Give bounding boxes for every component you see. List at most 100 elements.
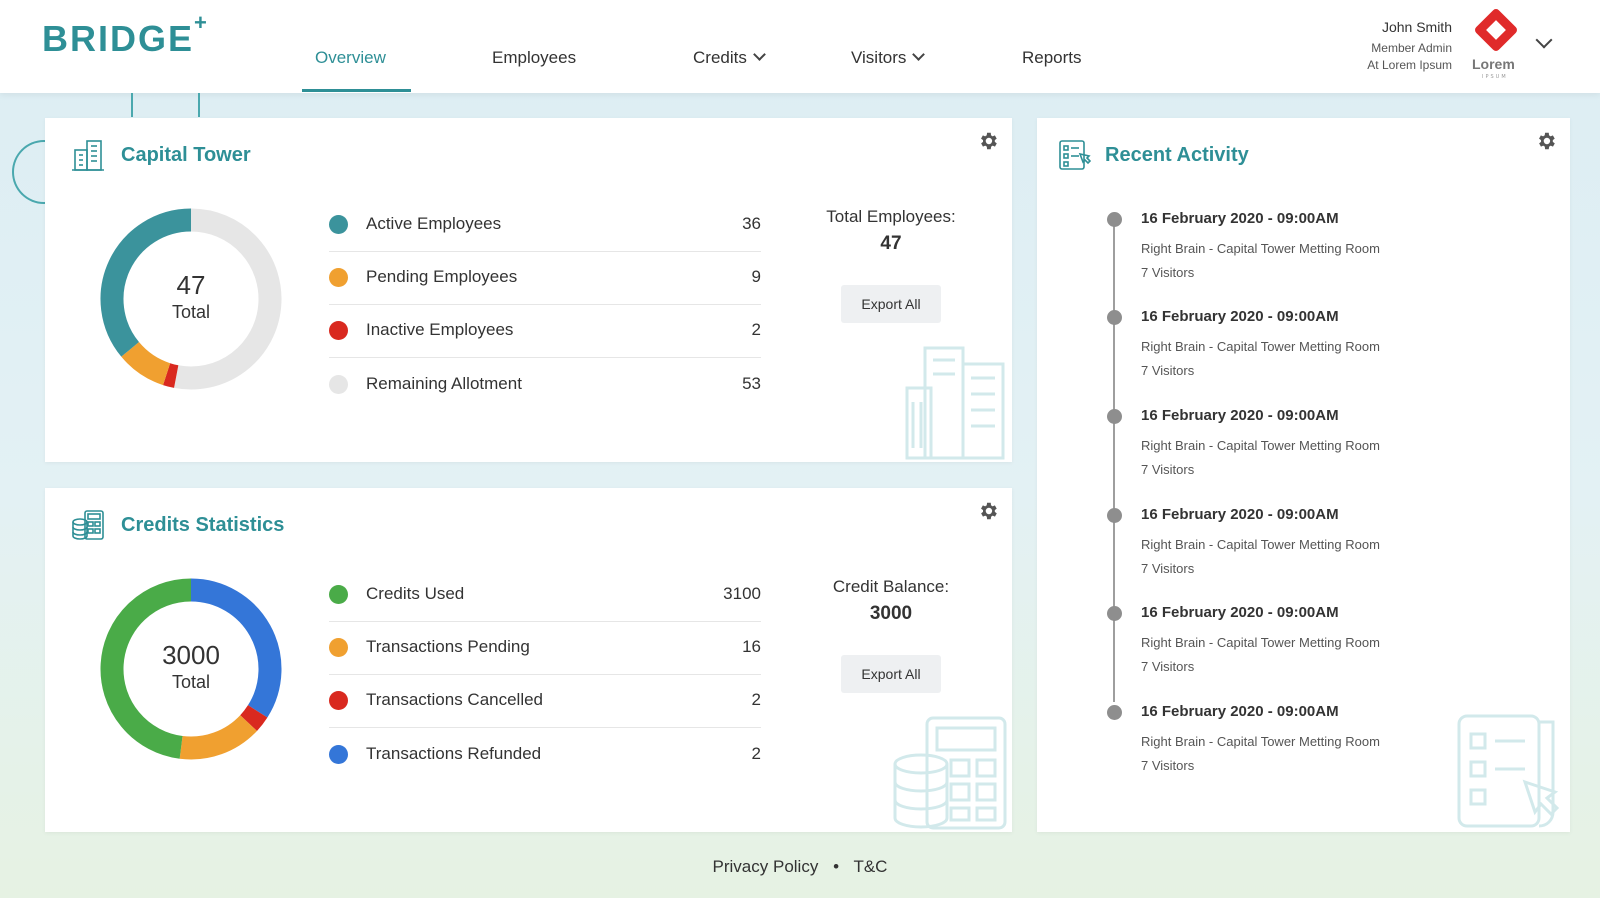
legend-dot-pending <box>329 268 348 287</box>
footer: Privacy Policy • T&C <box>0 857 1600 877</box>
donut-total-number: 47 <box>176 270 206 300</box>
activity-visitors: 7 Visitors <box>1141 462 1195 477</box>
legend-value: 53 <box>742 374 761 393</box>
legend-dot-active <box>329 215 348 234</box>
activity-date: 16 February 2020 - 09:00AM <box>1141 604 1339 621</box>
legend-value: 2 <box>751 744 761 763</box>
chevron-down-icon <box>912 48 926 61</box>
company-subname: IPSUM <box>1482 74 1508 80</box>
calculator-watermark-icon <box>893 716 1007 830</box>
legend-dot-cancelled <box>329 691 348 710</box>
activity-date: 16 February 2020 - 09:00AM <box>1141 506 1339 523</box>
terms-link[interactable]: T&C <box>853 857 887 876</box>
activity-date: 16 February 2020 - 09:00AM <box>1141 703 1339 720</box>
decor-line <box>198 93 200 117</box>
donut-slice-inactive <box>163 363 179 388</box>
user-name: John Smith <box>1381 19 1452 35</box>
card-title: Recent Activity <box>1105 144 1249 166</box>
activity-place: Right Brain - Capital Tower Metting Room <box>1141 734 1380 749</box>
company-name: Lorem <box>1472 56 1515 72</box>
timeline-dot <box>1107 310 1122 325</box>
legend-label: Credits Used <box>366 584 465 603</box>
legend-value: 2 <box>751 690 761 709</box>
credits-statistics-card: Credits Statistics 3000 Total Credits Us… <box>45 488 1012 832</box>
activity-visitors: 7 Visitors <box>1141 363 1195 378</box>
company-diamond-icon <box>1473 7 1519 53</box>
legend-label: Transactions Cancelled <box>366 690 544 709</box>
donut-total-number: 3000 <box>162 640 220 670</box>
export-all-button[interactable]: Export All <box>841 285 941 323</box>
privacy-policy-link[interactable]: Privacy Policy <box>713 857 819 876</box>
activity-date: 16 February 2020 - 09:00AM <box>1141 407 1339 424</box>
timeline-dot <box>1107 212 1122 227</box>
legend-row: Transactions Pending 16 <box>329 622 761 675</box>
user-role-text: Member Admin <box>1371 41 1452 55</box>
nav-visitors[interactable]: Visitors <box>851 48 926 68</box>
bridge-logo[interactable]: BRIDGE+ <box>42 10 209 60</box>
footer-separator: • <box>833 857 840 876</box>
gear-icon[interactable] <box>977 500 999 522</box>
legend-dot-refunded <box>329 745 348 764</box>
user-org-text: At Lorem Ipsum <box>1367 58 1452 72</box>
legend-row: Pending Employees 9 <box>329 252 761 305</box>
timeline-dot <box>1107 409 1122 424</box>
activity-watermark-icon <box>1457 714 1560 828</box>
decor-line <box>131 93 133 117</box>
user-role: Member Admin At Lorem Ipsum <box>1367 40 1452 74</box>
donut-slice-cancelled <box>240 704 268 731</box>
top-header: BRIDGE+ Overview Employees Credits Visit… <box>0 0 1600 93</box>
gear-icon[interactable] <box>1535 130 1557 152</box>
legend-dot-remaining <box>329 375 348 394</box>
activity-visitors: 7 Visitors <box>1141 758 1195 773</box>
export-all-button[interactable]: Export All <box>841 655 941 693</box>
company-logo[interactable]: Lorem IPSUM <box>1468 7 1524 82</box>
legend-value: 16 <box>742 637 761 656</box>
building-icon <box>72 140 104 171</box>
card-title: Capital Tower <box>121 144 251 166</box>
capital-tower-card: Capital Tower 47 Total Active Employees … <box>45 118 1012 462</box>
legend-label: Inactive Employees <box>366 320 514 339</box>
nav-overview[interactable]: Overview <box>315 48 386 68</box>
building-watermark-icon <box>905 346 1005 460</box>
timeline-dot <box>1107 606 1122 621</box>
donut-slice-pending <box>179 714 257 760</box>
activity-visitors: 7 Visitors <box>1141 561 1195 576</box>
nav-employees[interactable]: Employees <box>492 48 576 68</box>
activity-date: 16 February 2020 - 09:00AM <box>1141 210 1339 227</box>
activity-place: Right Brain - Capital Tower Metting Room <box>1141 537 1380 552</box>
activity-place: Right Brain - Capital Tower Metting Room <box>1141 339 1380 354</box>
recent-activity-card: Recent Activity 16 February 2020 - 09:00… <box>1037 118 1570 832</box>
timeline-line <box>1113 218 1115 702</box>
summary-value: 47 <box>880 233 902 254</box>
gear-icon[interactable] <box>977 130 999 152</box>
activity-visitors: 7 Visitors <box>1141 265 1195 280</box>
user-menu-chevron-icon[interactable] <box>1535 31 1553 49</box>
legend-label: Remaining Allotment <box>366 374 522 393</box>
nav-reports[interactable]: Reports <box>1022 48 1082 68</box>
legend-value: 9 <box>751 267 761 286</box>
legend-value: 36 <box>742 214 761 233</box>
activity-date: 16 February 2020 - 09:00AM <box>1141 308 1339 325</box>
legend-row: Remaining Allotment 53 <box>329 359 761 412</box>
legend-value: 2 <box>751 320 761 339</box>
summary-label: Total Employees: <box>826 207 956 226</box>
legend-row: Transactions Cancelled 2 <box>329 675 761 728</box>
card-title: Credits Statistics <box>121 514 285 536</box>
coins-calculator-icon <box>72 510 104 540</box>
timeline-dot <box>1107 508 1122 523</box>
legend-label: Transactions Refunded <box>366 744 542 763</box>
legend-row: Transactions Refunded 2 <box>329 729 761 782</box>
activity-visitors: 7 Visitors <box>1141 659 1195 674</box>
donut-total-label: Total <box>171 672 211 692</box>
activity-place: Right Brain - Capital Tower Metting Room <box>1141 635 1380 650</box>
legend-row: Credits Used 3100 <box>329 569 761 622</box>
legend-dot-pending <box>329 638 348 657</box>
nav-credits[interactable]: Credits <box>693 48 766 68</box>
legend-label: Pending Employees <box>366 267 518 286</box>
donut-total-label: Total <box>171 302 211 322</box>
activity-place: Right Brain - Capital Tower Metting Room <box>1141 438 1380 453</box>
legend-row: Inactive Employees 2 <box>329 305 761 358</box>
summary-value: 3000 <box>869 603 913 624</box>
legend-row: Active Employees 36 <box>329 199 761 252</box>
timeline-dot <box>1107 705 1122 720</box>
